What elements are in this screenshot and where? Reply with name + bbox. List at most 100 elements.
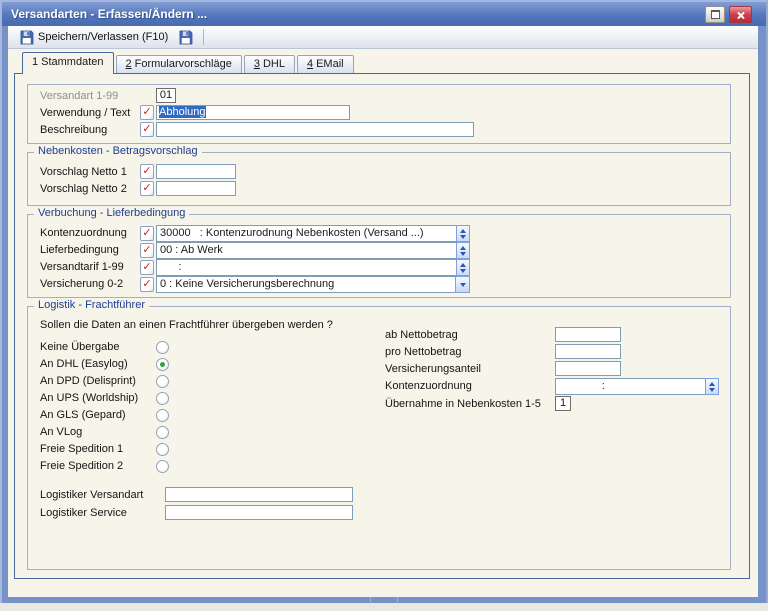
versicherung-dropdown[interactable]: 0 : Keine Versicherungsberechnung [156,276,470,293]
resize-grip[interactable] [370,597,398,602]
save-icon [19,30,34,45]
radio-freie-spedition-1[interactable] [156,443,169,456]
spinner-icon[interactable] [456,259,470,276]
groupbox-logistik: Logistik - Frachtführer Sollen die Daten… [27,306,731,570]
lieferbedingung-label: Lieferbedingung [40,244,119,257]
uebernahme-input[interactable]: 1 [555,396,571,411]
tab-label: Stammdaten [41,56,103,68]
selected-text: Abholung [159,106,206,118]
ab-nettobetrag-label: ab Nettobetrag [385,329,458,342]
check-icon[interactable] [140,226,154,241]
stammdaten-panel: Versandart 1-99 01 Verwendung / Text Abh… [14,73,750,579]
app-window: Versandarten - Erfassen/Ändern ... Speic… [0,0,768,603]
combo-value: 0 : Keine Versicherungsberechnung [156,276,455,293]
check-icon[interactable] [140,243,154,258]
radio-dhl[interactable] [156,358,169,371]
tab-label: Formularvorschläge [135,58,232,70]
frachtfuehrer-question: Sollen die Daten an einen Frachtführer ü… [40,319,333,332]
spinner-icon[interactable] [456,242,470,259]
radio-dpd[interactable] [156,375,169,388]
groupbox-title: Nebenkosten - Betragsvorschlag [34,145,202,157]
logistiker-versandart-input[interactable] [165,487,353,502]
arrow-down-icon [460,252,466,256]
combo-value: : [555,378,705,395]
logistiker-versandart-label: Logistiker Versandart [40,489,143,502]
radio-label-freie-spedition-2: Freie Spedition 2 [40,460,123,473]
tab-email[interactable]: 4EMail [297,55,354,74]
check-icon[interactable] [140,122,154,137]
verwendung-label: Verwendung / Text [40,107,130,120]
combo-value: 00 : Ab Werk [156,242,456,259]
tab-number: 4 [307,58,313,70]
tab-strip: 1Stammdaten 2Formularvorschläge 3DHL 4EM… [14,54,752,74]
logistiker-service-input[interactable] [165,505,353,520]
kontenzuordnung-label: Kontenzuordnung [40,227,127,240]
arrow-down-icon [460,269,466,273]
radio-freie-spedition-2[interactable] [156,460,169,473]
check-icon[interactable] [140,105,154,120]
radio-vlog[interactable] [156,426,169,439]
tab-stammdaten[interactable]: 1Stammdaten [22,52,114,74]
toolbar: Speichern/Verlassen (F10) [8,26,758,49]
tab-number: 3 [254,58,260,70]
radio-keine-uebergabe[interactable] [156,341,169,354]
radio-label-keine-uebergabe: Keine Übergabe [40,341,120,354]
vorschlag-netto1-input[interactable] [156,164,236,179]
arrow-down-icon [460,235,466,239]
groupbox-nebenkosten: Nebenkosten - Betragsvorschlag Vorschlag… [27,152,731,206]
tab-label: EMail [316,58,344,70]
beschreibung-input[interactable] [156,122,474,137]
versicherung-label: Versicherung 0-2 [40,278,123,291]
versicherungsanteil-label: Versicherungsanteil [385,363,481,376]
tab-formularvorschlaege[interactable]: 2Formularvorschläge [116,55,242,74]
dropdown-button[interactable] [455,276,470,293]
check-icon[interactable] [140,260,154,275]
spinner-icon[interactable] [456,225,470,242]
save-exit-button[interactable]: Speichern/Verlassen (F10) [14,28,173,47]
lieferbedingung-combo[interactable]: 00 : Ab Werk [156,242,470,259]
versicherungsanteil-input[interactable] [555,361,621,376]
save-button[interactable] [173,28,198,47]
check-icon[interactable] [140,164,154,179]
toolbar-separator [203,29,204,45]
radio-gls[interactable] [156,409,169,422]
versandart-label: Versandart 1-99 [40,90,118,103]
verwendung-input[interactable]: Abholung [156,105,350,120]
versandtarif-label: Versandtarif 1-99 [40,261,124,274]
logistiker-service-label: Logistiker Service [40,507,127,520]
tab-dhl[interactable]: 3DHL [244,55,295,74]
arrow-up-icon [460,263,466,267]
radio-ups[interactable] [156,392,169,405]
tab-number: 1 [32,56,38,68]
vorschlag-netto2-label: Vorschlag Netto 2 [40,183,127,196]
arrow-up-icon [709,382,715,386]
close-button[interactable] [729,6,752,23]
ab-nettobetrag-input[interactable] [555,327,621,342]
logistik-kontenzuordnung-combo[interactable]: : [555,378,719,395]
check-icon[interactable] [140,181,154,196]
check-icon[interactable] [140,277,154,292]
restore-button[interactable] [705,6,725,23]
radio-label-gls: An GLS (Gepard) [40,409,126,422]
versandtarif-combo[interactable]: : [156,259,470,276]
uebernahme-label: Übernahme in Nebenkosten 1-5 [385,398,541,411]
arrow-up-icon [460,229,466,233]
pro-nettobetrag-input[interactable] [555,344,621,359]
spinner-icon[interactable] [705,378,719,395]
radio-label-vlog: An VLog [40,426,82,439]
pro-nettobetrag-label: pro Nettobetrag [385,346,461,359]
versandart-input[interactable]: 01 [156,88,176,103]
client-area: Speichern/Verlassen (F10) 1Stammdaten 2F… [8,26,758,597]
vorschlag-netto1-label: Vorschlag Netto 1 [40,166,127,179]
title-bar[interactable]: Versandarten - Erfassen/Ändern ... [2,2,766,26]
radio-label-freie-spedition-1: Freie Spedition 1 [40,443,123,456]
radio-label-ups: An UPS (Worldship) [40,392,138,405]
kontenzuordnung-combo[interactable]: 30000 : Kontenzurodnung Nebenkosten (Ver… [156,225,470,242]
window-title: Versandarten - Erfassen/Ändern ... [2,7,207,21]
vorschlag-netto2-input[interactable] [156,181,236,196]
window-controls [705,6,752,23]
logistik-kontenzuordnung-label: Kontenzuordnung [385,380,472,393]
beschreibung-label: Beschreibung [40,124,107,137]
save-icon [178,30,193,45]
restore-icon [711,10,720,19]
